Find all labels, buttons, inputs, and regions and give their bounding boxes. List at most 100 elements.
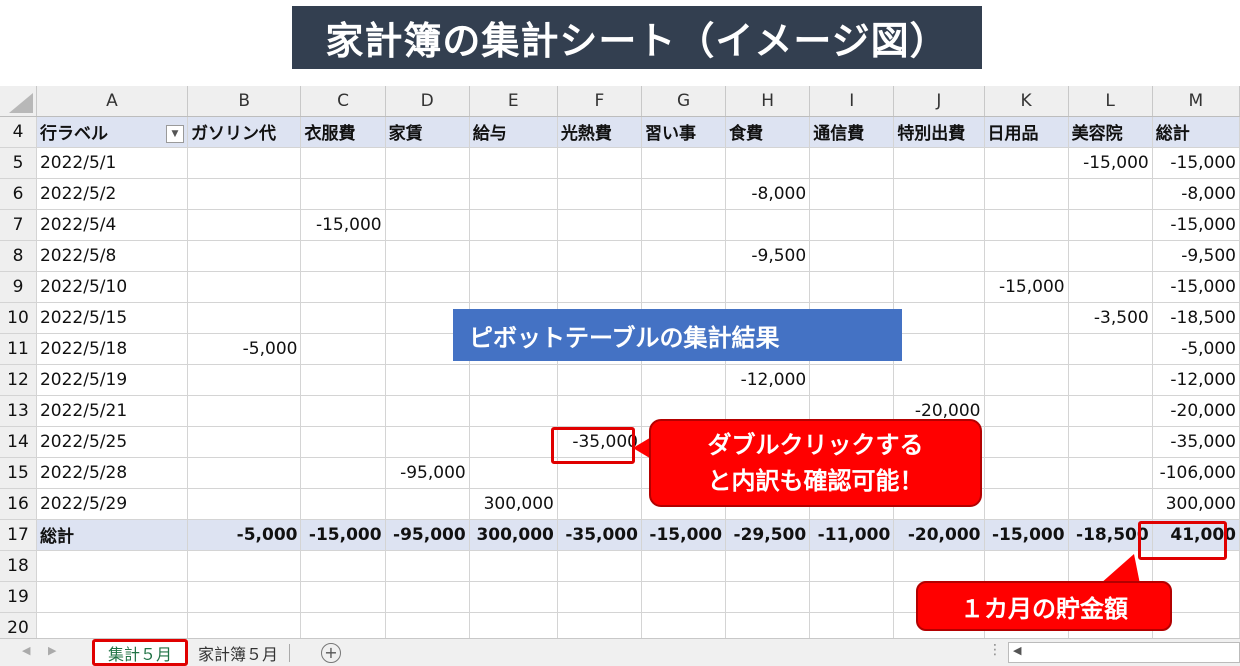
value-cell[interactable]: -15,000: [984, 271, 1069, 303]
date-cell[interactable]: 2022/5/8: [36, 240, 188, 272]
value-cell[interactable]: [641, 240, 727, 272]
empty-cell[interactable]: [36, 550, 188, 582]
value-cell[interactable]: [385, 209, 470, 241]
value-cell[interactable]: [187, 240, 302, 272]
value-cell[interactable]: [300, 271, 386, 303]
value-cell[interactable]: [557, 488, 642, 520]
column-header-l[interactable]: L: [1068, 86, 1153, 117]
value-cell[interactable]: [385, 488, 470, 520]
value-cell[interactable]: [557, 147, 642, 179]
row-header[interactable]: 8: [0, 240, 37, 272]
value-cell[interactable]: [641, 147, 727, 179]
value-cell[interactable]: [469, 426, 558, 458]
value-cell[interactable]: [187, 395, 302, 427]
date-cell[interactable]: 2022/5/28: [36, 457, 188, 489]
value-cell[interactable]: -95,000: [385, 457, 470, 489]
value-cell[interactable]: [809, 364, 895, 396]
category-header-cell[interactable]: 家賃: [385, 116, 470, 148]
total-label-cell[interactable]: 総計: [36, 518, 188, 551]
value-cell[interactable]: [809, 178, 895, 210]
empty-cell[interactable]: [300, 581, 386, 613]
empty-cell[interactable]: [36, 581, 188, 613]
value-cell[interactable]: [557, 271, 642, 303]
column-header-c[interactable]: C: [300, 86, 386, 117]
value-cell[interactable]: [641, 271, 727, 303]
value-cell[interactable]: [984, 240, 1069, 272]
total-cell[interactable]: -95,000: [385, 518, 470, 551]
category-header-cell[interactable]: 美容院: [1068, 116, 1153, 148]
value-cell[interactable]: [893, 333, 985, 365]
value-cell[interactable]: [469, 395, 558, 427]
value-cell[interactable]: [469, 209, 558, 241]
value-cell[interactable]: [469, 240, 558, 272]
value-cell[interactable]: [385, 147, 470, 179]
empty-cell[interactable]: [641, 550, 727, 582]
add-sheet-icon[interactable]: +: [321, 643, 341, 663]
row-header[interactable]: 5: [0, 147, 37, 179]
value-cell[interactable]: [893, 209, 985, 241]
value-cell[interactable]: -9,500: [725, 240, 811, 272]
value-cell[interactable]: -3,500: [1068, 302, 1153, 334]
value-cell[interactable]: [641, 178, 727, 210]
row-header[interactable]: 13: [0, 395, 37, 427]
empty-cell[interactable]: [469, 581, 558, 613]
value-cell[interactable]: [984, 178, 1069, 210]
value-cell[interactable]: [469, 457, 558, 489]
value-cell[interactable]: -35,000: [1152, 426, 1240, 458]
value-cell[interactable]: [893, 147, 985, 179]
category-header-cell[interactable]: 食費: [725, 116, 811, 148]
sheet-tab[interactable]: 家計簿５月: [190, 639, 286, 666]
empty-cell[interactable]: [725, 550, 811, 582]
value-cell[interactable]: [893, 178, 985, 210]
value-cell[interactable]: [984, 395, 1069, 427]
value-cell[interactable]: [300, 178, 386, 210]
column-header-d[interactable]: D: [385, 86, 470, 117]
value-cell[interactable]: [1068, 271, 1153, 303]
value-cell[interactable]: [385, 426, 470, 458]
value-cell[interactable]: [187, 488, 302, 520]
total-cell[interactable]: -29,500: [725, 518, 811, 551]
value-cell[interactable]: [809, 209, 895, 241]
value-cell[interactable]: [984, 488, 1069, 520]
splitter-handle-icon[interactable]: ⋮: [988, 642, 1002, 658]
empty-cell[interactable]: [557, 581, 642, 613]
category-header-cell[interactable]: 習い事: [641, 116, 727, 148]
select-all-corner[interactable]: [0, 86, 37, 117]
value-cell[interactable]: [187, 302, 302, 334]
value-cell[interactable]: [557, 209, 642, 241]
value-cell[interactable]: [1068, 488, 1153, 520]
value-cell[interactable]: [187, 147, 302, 179]
value-cell[interactable]: -15,000: [1152, 209, 1240, 241]
value-cell[interactable]: [1068, 395, 1153, 427]
date-cell[interactable]: 2022/5/21: [36, 395, 188, 427]
column-header-h[interactable]: H: [725, 86, 811, 117]
value-cell[interactable]: [300, 333, 386, 365]
filter-dropdown-icon[interactable]: ▼: [165, 125, 184, 143]
row-header[interactable]: 17: [0, 518, 37, 551]
total-cell[interactable]: -35,000: [557, 518, 642, 551]
value-cell[interactable]: [557, 178, 642, 210]
value-cell[interactable]: [809, 271, 895, 303]
date-cell[interactable]: 2022/5/2: [36, 178, 188, 210]
empty-cell[interactable]: [469, 550, 558, 582]
value-cell[interactable]: [809, 240, 895, 272]
row-header[interactable]: 7: [0, 209, 37, 241]
value-cell[interactable]: -9,500: [1152, 240, 1240, 272]
value-cell[interactable]: [187, 426, 302, 458]
value-cell[interactable]: [641, 364, 727, 396]
value-cell[interactable]: [725, 209, 811, 241]
date-cell[interactable]: 2022/5/1: [36, 147, 188, 179]
total-cell[interactable]: -20,000: [893, 518, 985, 551]
row-header[interactable]: 19: [0, 581, 37, 613]
date-cell[interactable]: 2022/5/19: [36, 364, 188, 396]
column-header-g[interactable]: G: [641, 86, 727, 117]
horizontal-scrollbar[interactable]: ◀: [1008, 642, 1240, 663]
row-header[interactable]: 11: [0, 333, 37, 365]
value-cell[interactable]: [984, 209, 1069, 241]
column-header-b[interactable]: B: [187, 86, 302, 117]
category-header-cell[interactable]: ガソリン代: [187, 116, 302, 148]
value-cell[interactable]: [984, 333, 1069, 365]
row-header[interactable]: 9: [0, 271, 37, 303]
value-cell[interactable]: [385, 395, 470, 427]
date-cell[interactable]: 2022/5/18: [36, 333, 188, 365]
